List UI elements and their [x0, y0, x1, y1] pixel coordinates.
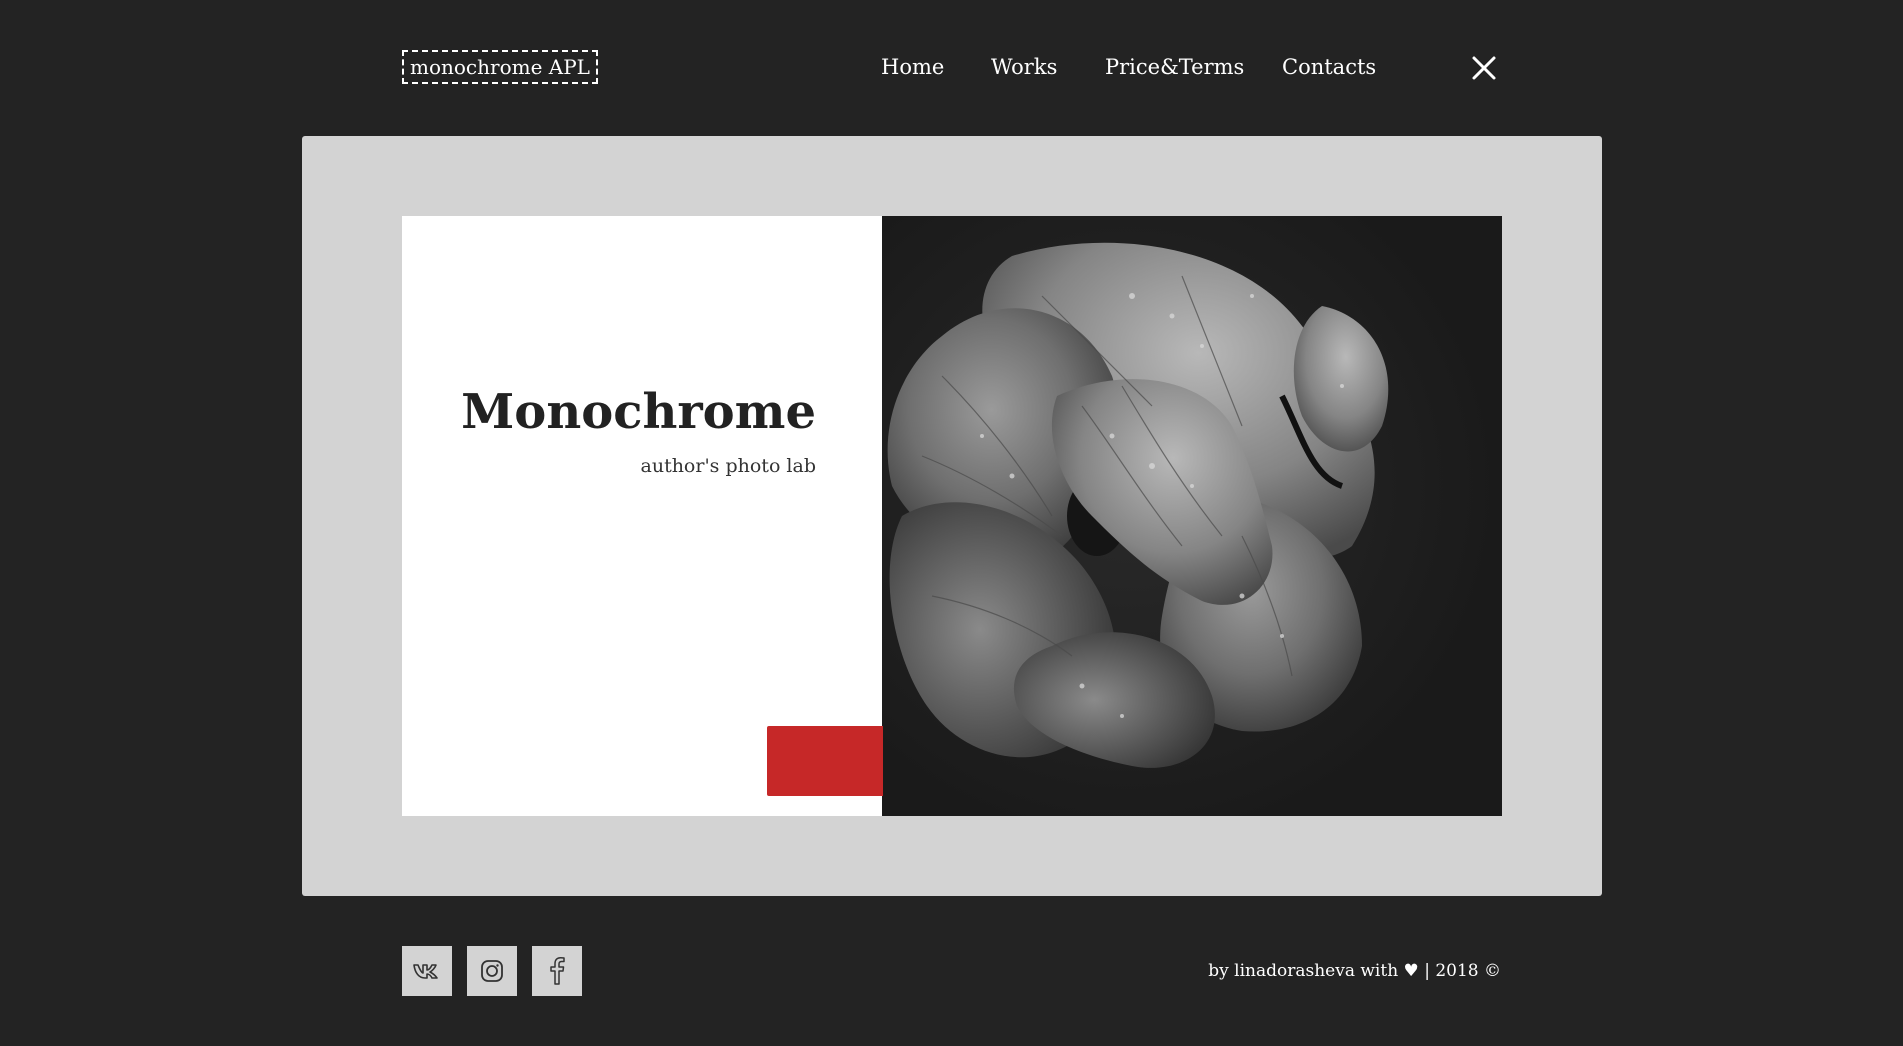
hero-title: Monochrome	[461, 384, 816, 440]
main-nav: Home Works Price&Terms Contacts	[0, 50, 1903, 86]
close-icon[interactable]	[1470, 54, 1498, 82]
nav-item-works[interactable]: Works	[991, 50, 1057, 84]
poppy-flower-photo	[882, 216, 1502, 816]
facebook-icon	[550, 956, 565, 985]
hero-accent-button[interactable]	[767, 726, 883, 796]
footer-credit: by linadorasheva with ♥ | 2018 ©	[1208, 961, 1501, 981]
vk-link[interactable]	[402, 946, 452, 996]
nav-item-contacts[interactable]: Contacts	[1282, 50, 1376, 84]
site-header: monochrome APL Home Works Price&Terms Co…	[0, 0, 1903, 136]
instagram-link[interactable]	[467, 946, 517, 996]
hero-subtitle: author's photo lab	[640, 455, 817, 477]
hero-photo	[882, 216, 1502, 816]
facebook-link[interactable]	[532, 946, 582, 996]
vk-icon	[413, 964, 438, 979]
instagram-icon	[481, 960, 503, 982]
nav-item-price-terms[interactable]: Price&Terms	[1105, 50, 1244, 84]
nav-item-home[interactable]: Home	[881, 50, 944, 84]
